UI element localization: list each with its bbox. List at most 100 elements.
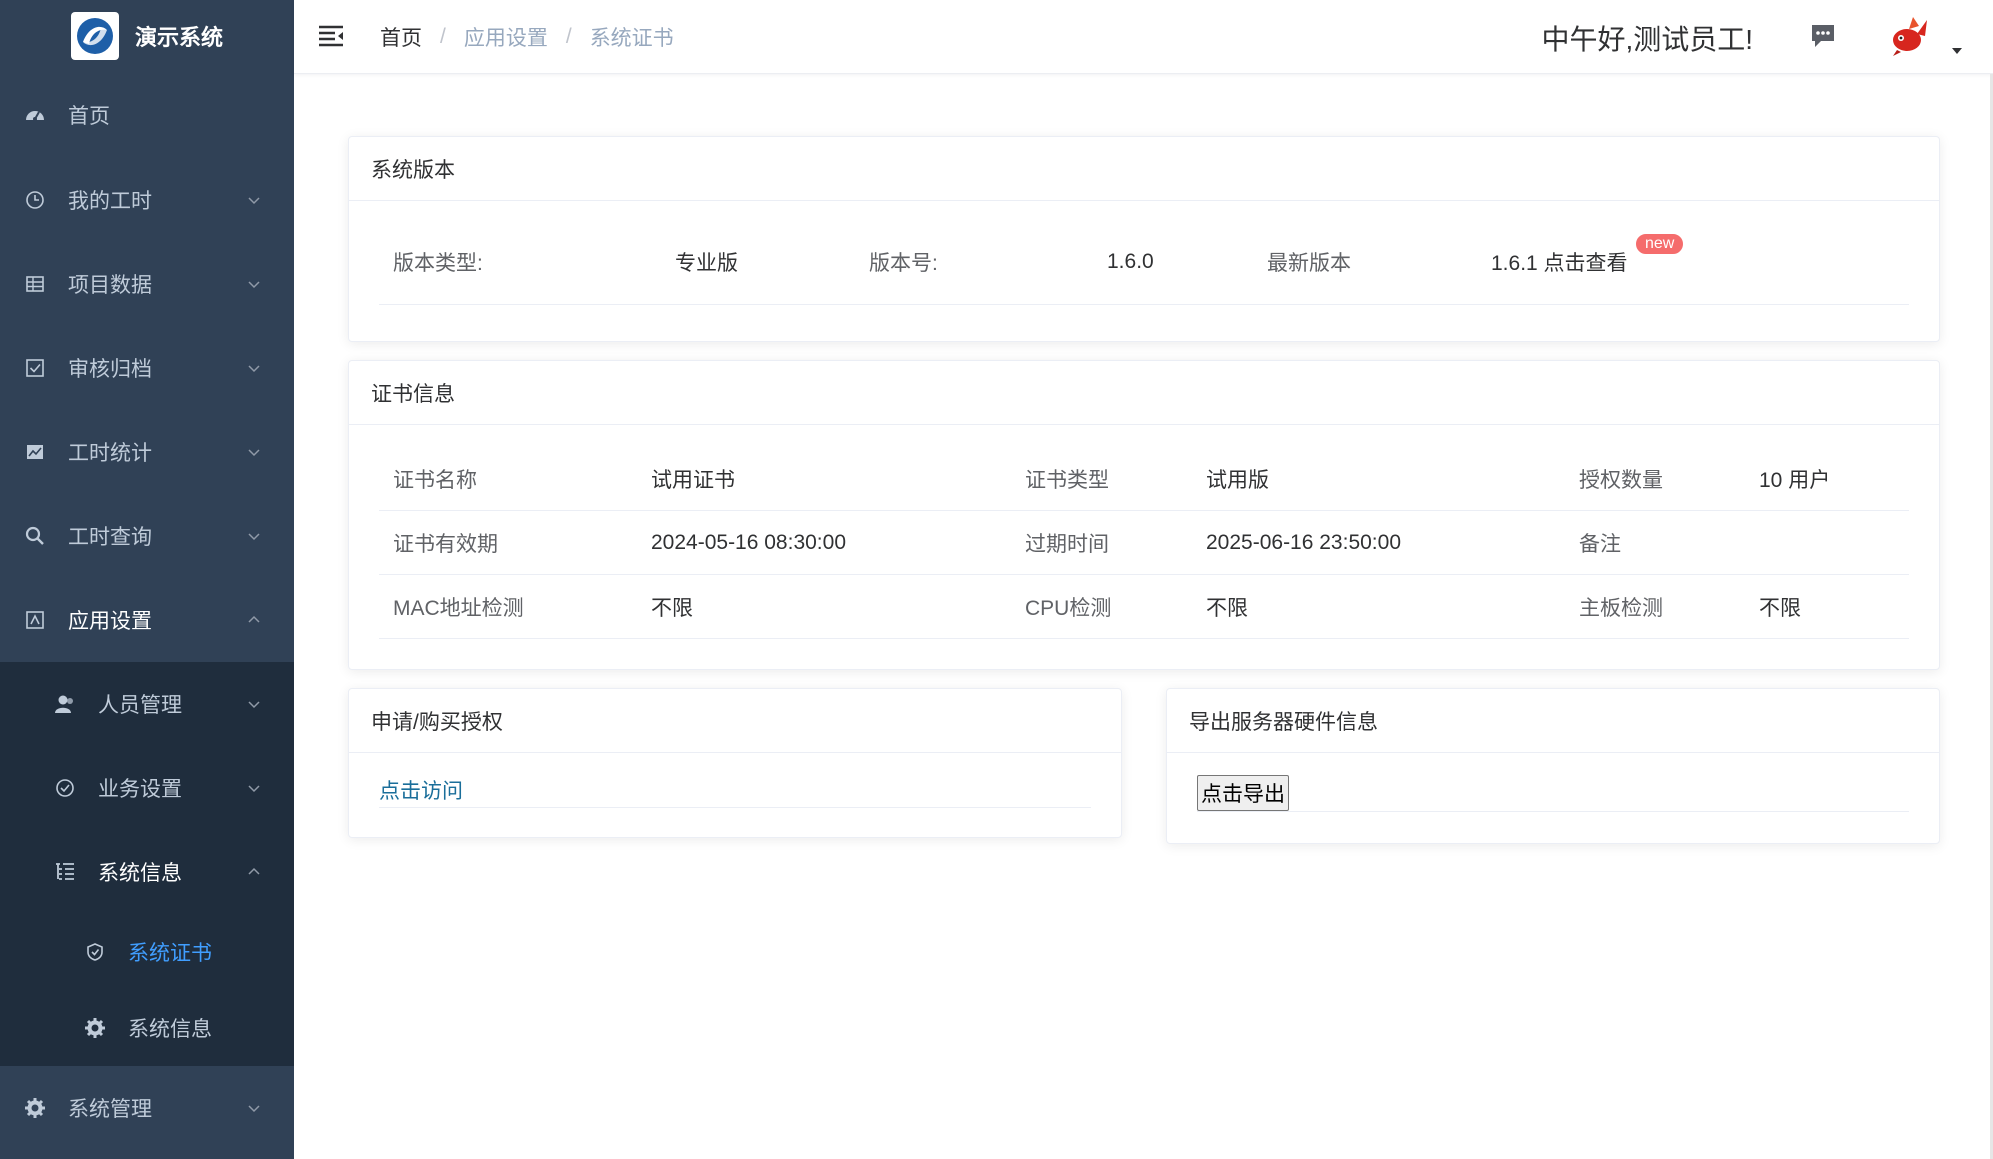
breadcrumb-separator: / (440, 25, 446, 48)
chevron-up-icon (248, 867, 260, 875)
sidebar-item-hour-query[interactable]: 工时查询 (0, 494, 294, 578)
top-navbar: 首页 / 应用设置 / 系统证书 中午好,测试员工! (294, 0, 1993, 74)
chevron-down-icon (248, 1105, 260, 1113)
sidebar-item-label: 审核归档 (68, 358, 152, 381)
latest-version-label: 最新版本 (1267, 251, 1351, 275)
version-card: 系统版本 版本类型: 专业版 版本号: 1.6.0 最新版本 1.6.1 点击查… (348, 136, 1940, 342)
cert-validity-value: 2024-05-16 08:30:00 (651, 530, 846, 554)
sidebar-item-label: 我的工时 (68, 190, 152, 213)
certificate-card: 证书信息 证书名称 试用证书 证书类型 试用版 授权数量 10 用户 证书有效期… (348, 360, 1940, 670)
chart-icon (24, 441, 46, 463)
chevron-down-icon (248, 785, 260, 793)
avatar[interactable] (1887, 14, 1931, 58)
card-title: 证书信息 (349, 361, 1939, 425)
version-type-value: 专业版 (675, 251, 738, 275)
sidebar-item-label: 系统信息 (128, 1018, 212, 1041)
sidebar: 演示系统 首页 我的工时 项目数据 审核归档 工时统计 工时查询 应用设置 人员… (0, 0, 294, 1159)
gear-icon (84, 1017, 106, 1039)
sidebar-item-system-admin[interactable]: 系统管理 (0, 1066, 294, 1150)
version-no-value: 1.6.0 (1107, 249, 1154, 273)
sidebar-item-staff[interactable]: 人员管理 (0, 662, 294, 746)
caret-down-icon[interactable] (1951, 46, 1963, 56)
export-hardware-card: 导出服务器硬件信息 点击导出 (1166, 688, 1940, 844)
mac-check-label: MAC地址检测 (393, 596, 524, 620)
card-title: 申请/购买授权 (349, 689, 1121, 753)
circle-check-icon (54, 777, 76, 799)
settings-panel-icon (24, 609, 46, 631)
sidebar-item-app-settings[interactable]: 应用设置 (0, 578, 294, 662)
breadcrumb: 首页 / 应用设置 / 系统证书 (380, 22, 674, 52)
app-title: 演示系统 (134, 25, 223, 50)
version-no-label: 版本号: (869, 251, 938, 275)
board-check-label: 主板检测 (1579, 596, 1663, 620)
chevron-down-icon (248, 701, 260, 709)
cert-row: 证书名称 试用证书 证书类型 试用版 授权数量 10 用户 (379, 447, 1909, 511)
breadcrumb-app-settings[interactable]: 应用设置 (464, 22, 548, 52)
cert-type-label: 证书类型 (1025, 468, 1109, 492)
menu-fold-icon[interactable] (318, 24, 344, 48)
greeting-text: 中午好,测试员工! (1541, 24, 1753, 55)
sidebar-item-label: 首页 (68, 105, 110, 128)
logo[interactable]: 演示系统 (0, 0, 294, 72)
license-count-label: 授权数量 (1579, 468, 1663, 492)
version-type-label: 版本类型: (393, 251, 483, 275)
chevron-down-icon (248, 449, 260, 457)
new-badge: new (1635, 233, 1685, 255)
chevron-down-icon (248, 365, 260, 373)
table-icon (24, 273, 46, 295)
search-icon (24, 525, 46, 547)
chevron-down-icon (248, 197, 260, 205)
version-row: 版本类型: 专业版 版本号: 1.6.0 最新版本 1.6.1 点击查看 new (379, 219, 1909, 305)
clock-icon (24, 189, 46, 211)
visit-link[interactable]: 点击访问 (379, 780, 463, 803)
sidebar-item-system-info-group[interactable]: 系统信息 (0, 830, 294, 914)
cert-name-label: 证书名称 (393, 468, 477, 492)
sidebar-item-label: 系统信息 (98, 862, 182, 885)
mac-check-value: 不限 (651, 596, 693, 620)
breadcrumb-current: 系统证书 (589, 27, 674, 50)
sidebar-item-system-certificate[interactable]: 系统证书 (0, 914, 294, 990)
sidebar-item-system-info[interactable]: 系统信息 (0, 990, 294, 1066)
sidebar-item-hour-stats[interactable]: 工时统计 (0, 410, 294, 494)
dashboard-icon (24, 104, 46, 126)
expire-time-value: 2025-06-16 23:50:00 (1206, 530, 1401, 554)
cert-row: MAC地址检测 不限 CPU检测 不限 主板检测 不限 (379, 575, 1909, 639)
sidebar-item-label: 项目数据 (68, 274, 152, 297)
sidebar-item-project-data[interactable]: 项目数据 (0, 242, 294, 326)
logo-icon (70, 12, 119, 60)
cert-validity-label: 证书有效期 (393, 532, 498, 556)
sidebar-item-label: 系统管理 (68, 1098, 152, 1121)
export-button[interactable]: 点击导出 (1197, 775, 1289, 811)
user-icon (54, 693, 76, 715)
sidebar-item-my-hours[interactable]: 我的工时 (0, 158, 294, 242)
cert-name-value: 试用证书 (651, 468, 735, 492)
app-settings-submenu: 人员管理 业务设置 系统信息 系统证书 系统信息 (0, 662, 294, 1066)
shield-icon (84, 941, 106, 963)
sidebar-item-label: 工时查询 (68, 526, 152, 549)
sidebar-item-home[interactable]: 首页 (0, 72, 294, 158)
sidebar-item-review-archive[interactable]: 审核归档 (0, 326, 294, 410)
apply-license-card: 申请/购买授权 点击访问 (348, 688, 1122, 838)
sidebar-item-label: 人员管理 (98, 694, 182, 717)
remark-label: 备注 (1579, 532, 1621, 556)
card-title: 系统版本 (349, 137, 1939, 201)
cert-type-value: 试用版 (1206, 468, 1269, 492)
breadcrumb-home[interactable]: 首页 (380, 22, 422, 52)
license-count-value: 10 用户 (1759, 468, 1831, 492)
sidebar-item-label: 系统证书 (128, 942, 212, 965)
message-icon[interactable] (1809, 22, 1837, 50)
expire-time-label: 过期时间 (1025, 532, 1109, 556)
cpu-check-value: 不限 (1206, 596, 1248, 620)
sidebar-item-label: 业务设置 (98, 778, 182, 801)
sidebar-item-business[interactable]: 业务设置 (0, 746, 294, 830)
chevron-up-icon (248, 615, 260, 623)
gear-icon (24, 1097, 46, 1119)
breadcrumb-separator: / (565, 25, 572, 48)
sidebar-item-label: 应用设置 (68, 610, 152, 633)
latest-version-link[interactable]: 1.6.1 点击查看 (1491, 247, 1628, 277)
sidebar-item-label: 工时统计 (68, 442, 152, 465)
chevron-down-icon (248, 533, 260, 541)
board-check-value: 不限 (1759, 596, 1801, 620)
cpu-check-label: CPU检测 (1025, 596, 1112, 620)
chevron-down-icon (248, 281, 260, 289)
